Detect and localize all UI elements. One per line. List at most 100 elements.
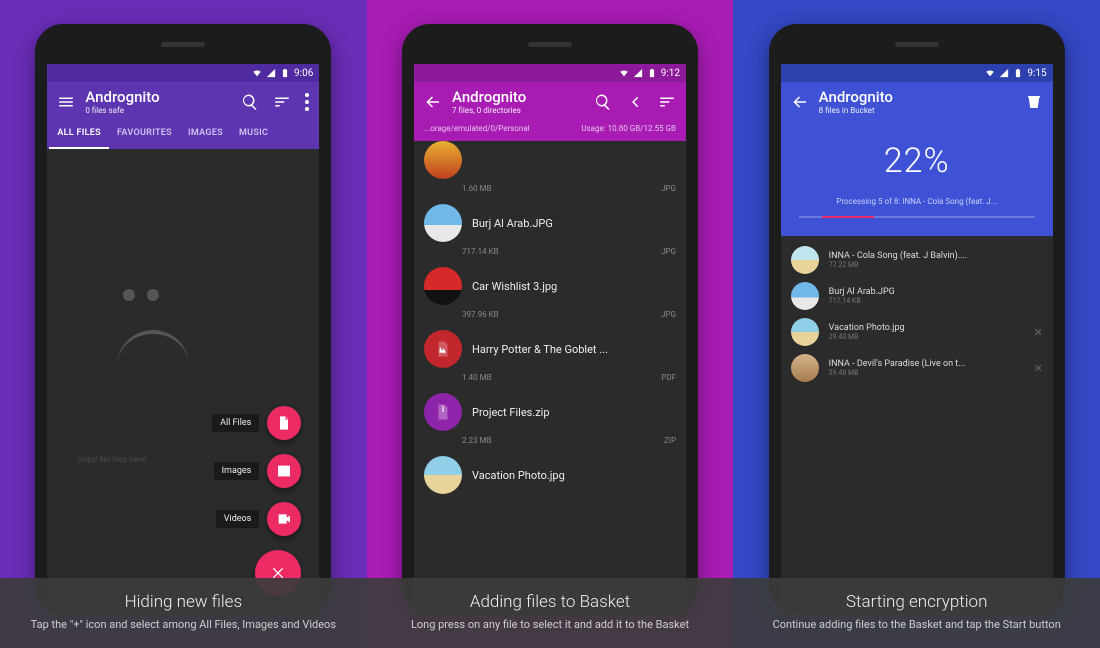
status-time: 9:12 xyxy=(661,68,680,79)
tab-all-files[interactable]: ALL FILES xyxy=(49,119,109,149)
app-title-block: Andrognito 8 files in Bucket xyxy=(819,88,1015,115)
file-ext: ZIP xyxy=(664,436,676,445)
file-name: INNA - Cola Song (feat. J Balvin).... xyxy=(829,251,1043,261)
progress-message: Processing 5 of 8: INNA - Cola Song (fea… xyxy=(799,197,1035,206)
promo-panel-1: 9:12 Andrognito 7 files, 0 directories .… xyxy=(367,0,734,648)
file-thumb xyxy=(424,267,462,305)
file-list[interactable]: 1.60 MB JPG Burj Al Arab.JPG 717.14 KB J… xyxy=(414,141,686,614)
list-item[interactable]: Burj Al Arab.JPG 717.14 KB xyxy=(781,278,1053,314)
list-item[interactable]: Vacation Photo.jpg 29.43 MB ✕ xyxy=(781,314,1053,350)
file-size: 1.60 MB xyxy=(462,184,492,193)
list-item[interactable]: Project Files.zip xyxy=(414,388,686,436)
list-item[interactable]: Vacation Photo.jpg xyxy=(414,451,686,499)
tab-images[interactable]: IMAGES xyxy=(180,119,231,149)
file-meta-row: 717.14 KB JPG xyxy=(414,247,686,256)
app-title: Andrognito xyxy=(85,88,231,106)
bucket-icon[interactable] xyxy=(1025,93,1043,111)
up-icon[interactable] xyxy=(626,93,644,111)
caption: Hiding new files Tap the "+" icon and se… xyxy=(0,578,367,648)
list-item[interactable]: Harry Potter & The Goblet ... xyxy=(414,325,686,373)
bucket-list[interactable]: INNA - Cola Song (feat. J Balvin).... 77… xyxy=(781,236,1053,614)
file-name: Project Files.zip xyxy=(472,406,676,419)
caption-sub: Long press on any file to select it and … xyxy=(385,618,716,632)
promo-panel-0: 9:06 Andrognito 0 files safe ALL FILES F… xyxy=(0,0,367,648)
fab-label-videos: Videos xyxy=(216,510,260,528)
menu-icon[interactable] xyxy=(57,93,75,111)
tab-music[interactable]: MUSIC xyxy=(231,119,276,149)
usage-text: Usage: 10.80 GB/12.55 GB xyxy=(581,124,676,133)
caption-title: Starting encryption xyxy=(751,592,1082,612)
status-time: 9:15 xyxy=(1027,68,1046,79)
pdf-icon xyxy=(434,340,452,358)
signal-icon xyxy=(633,68,643,78)
progress-percent: 22% xyxy=(799,141,1035,181)
phone-frame: 9:15 Andrognito 8 files in Bucket 22% Pr… xyxy=(769,24,1065,614)
app-title: Andrognito xyxy=(819,88,1015,106)
promo-panel-2: 9:15 Andrognito 8 files in Bucket 22% Pr… xyxy=(733,0,1100,648)
fab-images[interactable] xyxy=(267,454,301,488)
app-bar: Andrognito 0 files safe xyxy=(47,82,319,119)
overflow-icon[interactable] xyxy=(305,93,309,111)
phone-screen: 9:15 Andrognito 8 files in Bucket 22% Pr… xyxy=(781,64,1053,614)
file-thumb xyxy=(791,282,819,310)
list-item[interactable]: INNA - Devil's Paradise (Live on t... 29… xyxy=(781,350,1053,386)
file-size: 397.96 KB xyxy=(462,310,499,319)
file-meta-row: 1.60 MB JPG xyxy=(414,184,686,193)
progress-card: 22% Processing 5 of 8: INNA - Cola Song … xyxy=(781,119,1053,236)
app-subtitle: 0 files safe xyxy=(85,106,231,115)
search-icon[interactable] xyxy=(594,93,612,111)
progress-bar xyxy=(799,216,1035,218)
file-size: 29.48 MB xyxy=(829,369,1024,377)
video-icon xyxy=(276,511,292,527)
zip-icon xyxy=(434,403,452,421)
fab-label-images: Images xyxy=(214,462,260,480)
wifi-icon xyxy=(252,68,262,78)
file-thumb xyxy=(424,393,462,431)
search-icon[interactable] xyxy=(241,93,259,111)
file-name: INNA - Devil's Paradise (Live on t... xyxy=(829,359,1024,369)
back-icon[interactable] xyxy=(791,93,809,111)
path-bar: ...orage/emulated/0/Personal Usage: 10.8… xyxy=(414,119,686,141)
status-bar: 9:15 xyxy=(781,64,1053,82)
app-subtitle: 7 files, 0 directories xyxy=(452,106,584,115)
status-bar: 9:12 xyxy=(414,64,686,82)
list-item[interactable]: INNA - Cola Song (feat. J Balvin).... 77… xyxy=(781,242,1053,278)
tab-favourites[interactable]: FAVOURITES xyxy=(109,119,180,149)
caption-sub: Tap the "+" icon and select among All Fi… xyxy=(18,618,349,632)
dismiss-icon[interactable]: ✕ xyxy=(1033,362,1042,375)
file-ext: JPG xyxy=(661,310,676,319)
file-meta-row: 2.23 MB ZIP xyxy=(414,436,686,445)
caption-title: Adding files to Basket xyxy=(385,592,716,612)
file-icon xyxy=(276,415,292,431)
sort-icon[interactable] xyxy=(273,93,291,111)
list-item[interactable] xyxy=(414,141,686,184)
sort-icon[interactable] xyxy=(658,93,676,111)
sad-face-icon xyxy=(117,289,189,366)
list-item[interactable]: Car Wishlist 3.jpg xyxy=(414,262,686,310)
file-name: Car Wishlist 3.jpg xyxy=(472,280,676,293)
caption-title: Hiding new files xyxy=(18,592,349,612)
fab-videos[interactable] xyxy=(267,502,301,536)
file-ext: JPG xyxy=(661,184,676,193)
phone-screen: 9:06 Andrognito 0 files safe ALL FILES F… xyxy=(47,64,319,614)
file-thumb xyxy=(424,456,462,494)
empty-state: Oops! No files here! All Files Images xyxy=(47,149,319,614)
file-size: 717.14 KB xyxy=(829,297,1043,305)
app-title: Andrognito xyxy=(452,88,584,106)
dismiss-icon[interactable]: ✕ xyxy=(1033,326,1042,339)
back-icon[interactable] xyxy=(424,93,442,111)
file-thumb xyxy=(791,318,819,346)
file-name: Vacation Photo.jpg xyxy=(829,323,1024,333)
file-thumb xyxy=(424,141,462,179)
fab-allfiles[interactable] xyxy=(267,406,301,440)
file-size: 29.43 MB xyxy=(829,333,1024,341)
image-icon xyxy=(276,463,292,479)
empty-message: Oops! No files here! xyxy=(77,455,146,464)
file-name: Burj Al Arab.JPG xyxy=(472,217,676,230)
file-name: Harry Potter & The Goblet ... xyxy=(472,343,676,356)
caption-sub: Continue adding files to the Basket and … xyxy=(751,618,1082,632)
app-bar: Andrognito 8 files in Bucket xyxy=(781,82,1053,119)
signal-icon xyxy=(999,68,1009,78)
list-item[interactable]: Burj Al Arab.JPG xyxy=(414,199,686,247)
file-name: Burj Al Arab.JPG xyxy=(829,287,1043,297)
